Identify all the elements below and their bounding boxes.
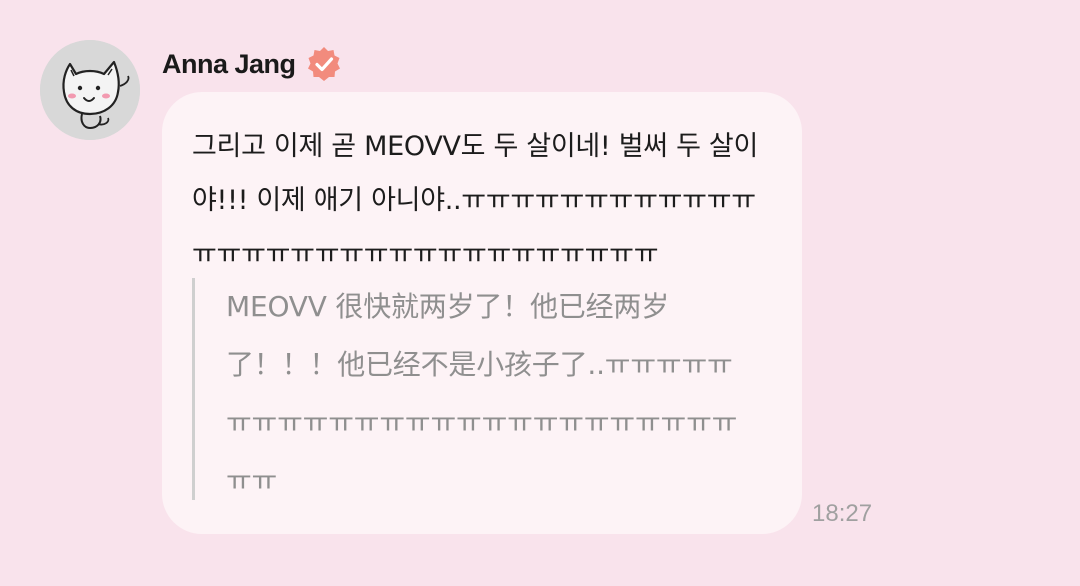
translation-block: MEOVV 很快就两岁了！他已经两岁了！！！他已经不是小孩子了..ㅠㅠㅠㅠㅠㅠㅠ…	[192, 278, 737, 500]
avatar[interactable]	[40, 40, 140, 140]
sender-name[interactable]: Anna Jang	[162, 49, 296, 80]
sender-row: Anna Jang	[162, 42, 344, 86]
chat-screen: Anna Jang 그리고 이제 곧 MEOVV도 두 살이네! 벌써 두 살이…	[0, 0, 1080, 586]
cat-doodle-avatar-icon	[40, 40, 140, 140]
message-bubble[interactable]: 그리고 이제 곧 MEOVV도 두 살이네! 벌써 두 살이야!!! 이제 애기…	[162, 92, 802, 534]
message-timestamp: 18:27	[812, 500, 873, 527]
message-text: 그리고 이제 곧 MEOVV도 두 살이네! 벌써 두 살이야!!! 이제 애기…	[192, 131, 758, 270]
translation-text: MEOVV 很快就两岁了！他已经两岁了！！！他已经不是小孩子了..ㅠㅠㅠㅠㅠㅠㅠ…	[226, 290, 738, 497]
verified-badge-icon	[307, 47, 340, 81]
